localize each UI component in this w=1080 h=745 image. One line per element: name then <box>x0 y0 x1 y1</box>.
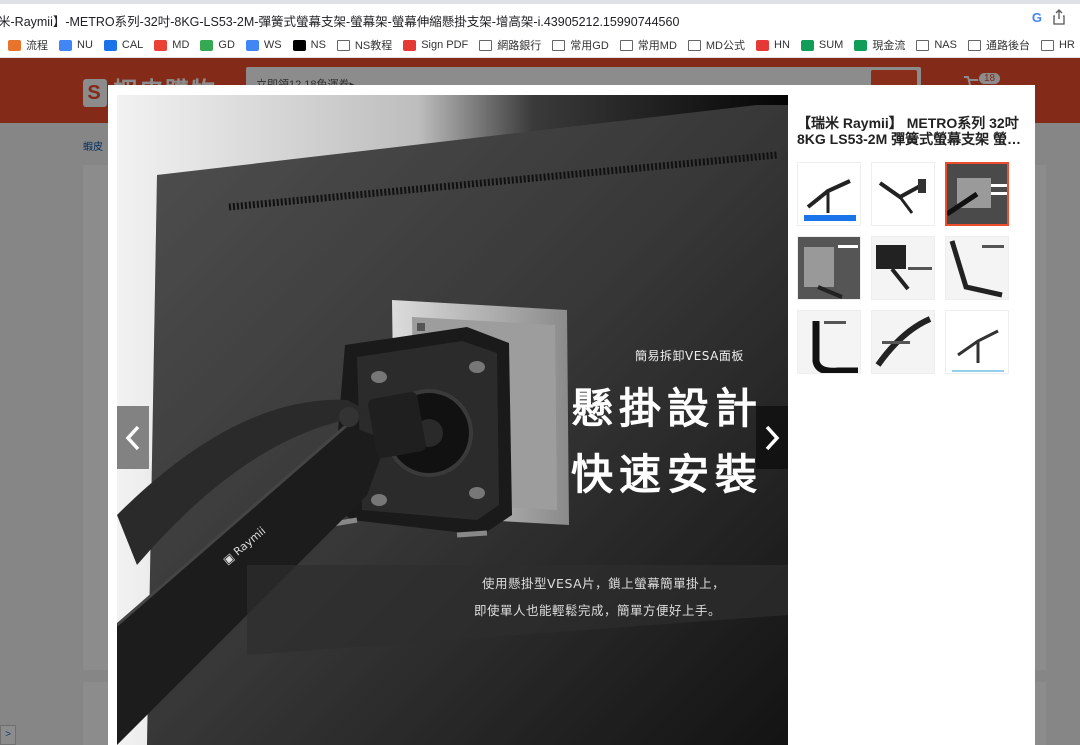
thumbnail-tension-adjust-photo[interactable] <box>871 236 935 300</box>
folder-icon <box>687 39 701 51</box>
thumbnail-grid <box>797 162 1019 374</box>
page-title: 米-Raymii】-METRO系列-32吋-8KG-LS53-2M-彈簧式螢幕支… <box>0 15 680 29</box>
image-description-2: 即使單人也能輕鬆完成，簡單方便好上手。 <box>474 603 722 618</box>
next-image-button[interactable] <box>756 406 788 469</box>
bookmark-2[interactable]: CAL <box>103 39 144 51</box>
bookmark-label: 網路銀行 <box>497 40 542 52</box>
thumbnail-desktop-clamp-photo[interactable] <box>945 236 1009 300</box>
folder-icon <box>1040 39 1054 51</box>
hn-icon <box>756 39 769 51</box>
prev-image-button[interactable] <box>117 406 149 469</box>
folder-icon <box>967 39 981 51</box>
bookmark-label: NS教程 <box>354 40 393 52</box>
cloud-icon <box>59 39 72 51</box>
bookmark-4[interactable]: GD <box>200 39 235 51</box>
google-icon[interactable]: G <box>1032 10 1042 25</box>
folder-icon <box>336 39 350 51</box>
bookmark-3[interactable]: MD <box>154 39 189 51</box>
share-icon[interactable] <box>1052 9 1066 25</box>
bookmark-label: HN <box>774 39 790 51</box>
image-gallery-modal: ▣ Raymii 簡易拆卸VESA面板 懸掛設計 快速安裝 使用懸掛型VESA片… <box>108 85 1035 745</box>
bookmark-label: 常用GD <box>570 40 609 52</box>
bookmark-17[interactable]: 通路後台 <box>967 37 1030 53</box>
bookmark-6[interactable]: NS <box>292 39 326 51</box>
orange-square-icon <box>8 39 21 51</box>
browser-tab-title-bar: 米-Raymii】-METRO系列-32吋-8KG-LS53-2M-彈簧式螢幕支… <box>0 0 1080 33</box>
bookmark-label: HR <box>1058 39 1075 51</box>
google-icon <box>245 39 259 51</box>
thumbnail-arm-photo-2[interactable] <box>871 162 935 226</box>
bookmark-5[interactable]: WS <box>245 39 282 51</box>
bookmark-label: GD <box>218 39 235 51</box>
heart-icon <box>403 39 417 51</box>
thumbnail-dimensions-photo[interactable] <box>945 310 1009 374</box>
thumbnail-vesa-hanging-photo[interactable] <box>945 162 1009 226</box>
folder-icon <box>916 39 930 51</box>
image-headline-2: 快速安裝 <box>571 450 764 499</box>
bookmark-10[interactable]: 常用GD <box>552 37 609 53</box>
bookmark-16[interactable]: NAS <box>916 39 957 51</box>
bookmark-9[interactable]: 網路銀行 <box>479 37 541 53</box>
bookmarks-bar: 流程 NU CAL MD GD WS NS NS教程 Sign PDF 網路銀行 常用GD 常用MD M… <box>0 33 1080 58</box>
product-title: 【瑞米 Raymii】 METRO系列 32吋 8KG LS53-2M 彈簧式螢… <box>797 115 1022 147</box>
folder-icon <box>479 39 493 51</box>
bookmark-label: NS <box>310 39 326 51</box>
image-headline-1: 懸掛設計 <box>571 384 764 433</box>
bookmark-label: Sign PDF <box>421 39 469 51</box>
bookmark-8[interactable]: Sign PDF <box>403 39 468 51</box>
main-product-image: ▣ Raymii 簡易拆卸VESA面板 懸掛設計 快速安裝 使用懸掛型VESA片… <box>117 95 788 745</box>
bookmark-label: SUM <box>818 39 844 51</box>
calendar-icon <box>103 39 117 51</box>
chevron-left-icon <box>125 425 140 450</box>
wave-icon <box>154 39 168 51</box>
folder-icon <box>552 39 566 51</box>
thumbnail-cable-management-photo[interactable] <box>797 310 861 374</box>
folder-icon <box>619 39 633 51</box>
bookmark-7[interactable]: NS教程 <box>336 37 393 53</box>
image-caption-small: 簡易拆卸VESA面板 <box>635 349 744 363</box>
bookmark-label: MD公式 <box>705 40 745 52</box>
bookmark-label: 常用MD <box>637 40 677 52</box>
bookmark-18[interactable]: HR <box>1040 39 1075 51</box>
bookmark-12[interactable]: MD公式 <box>687 37 745 53</box>
thumbnail-arm-angle-photo[interactable] <box>871 310 935 374</box>
image-description-1: 使用懸掛型VESA片，鎖上螢幕簡單掛上， <box>482 576 726 591</box>
thumbnail-arm-photo-1[interactable] <box>797 162 861 226</box>
chevron-right-icon <box>765 425 780 450</box>
bookmark-label: CAL <box>121 39 144 51</box>
bookmark-label: WS <box>263 39 282 51</box>
bookmark-label: NAS <box>934 39 957 51</box>
sheet-plus-icon <box>854 39 868 51</box>
bookmark-label: 現金流 <box>872 40 906 52</box>
bookmark-label: NU <box>77 39 93 51</box>
bookmark-label: 通路後台 <box>985 40 1030 52</box>
bookmark-11[interactable]: 常用MD <box>619 37 677 53</box>
notion-icon <box>292 39 306 51</box>
bookmark-0[interactable]: 流程 <box>8 37 48 53</box>
bookmark-14[interactable]: SUM <box>800 39 844 51</box>
bookmark-13[interactable]: HN <box>756 39 790 51</box>
bookmark-15[interactable]: 現金流 <box>854 37 905 53</box>
drive-icon <box>200 39 214 51</box>
bookmark-label: 流程 <box>26 40 48 52</box>
thumbnail-desk-space-photo[interactable] <box>797 236 861 300</box>
sheet-plus-icon <box>800 39 814 51</box>
bookmark-1[interactable]: NU <box>59 39 93 51</box>
bookmark-label: MD <box>172 39 190 51</box>
